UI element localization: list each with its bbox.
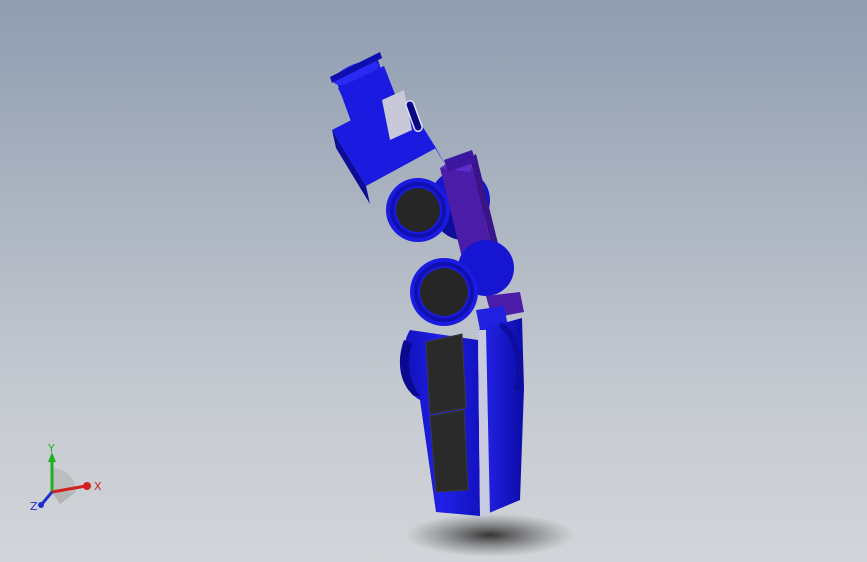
z-axis-icon xyxy=(40,491,54,505)
upper-pad xyxy=(425,333,467,415)
z-axis-label: Z xyxy=(30,500,38,513)
middle-joint[interactable] xyxy=(410,240,524,330)
coordinate-triad: Y X Z xyxy=(30,442,102,513)
x-axis-label: X xyxy=(94,480,102,493)
robot-finger-model[interactable] xyxy=(0,0,867,562)
ground-shadow xyxy=(405,513,575,557)
graphics-viewport[interactable]: Y X Z xyxy=(0,0,867,562)
y-axis-label: Y xyxy=(47,442,55,455)
lower-pad xyxy=(429,409,469,493)
